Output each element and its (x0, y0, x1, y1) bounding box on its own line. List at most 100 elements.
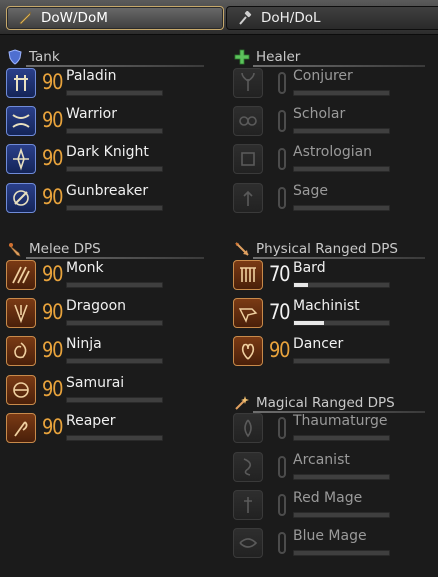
job-name: Scholar (293, 106, 346, 122)
dragoon-icon (6, 298, 36, 328)
red-mage-icon (233, 490, 263, 520)
job-level: 90 (42, 262, 63, 286)
job-row-astrologian[interactable]: Astrologian (233, 144, 438, 178)
job-name: Arcanist (293, 452, 350, 468)
job-row-scholar[interactable]: Scholar (233, 106, 438, 140)
job-row-gunbreaker[interactable]: 90 Gunbreaker (6, 183, 216, 217)
job-row-redmage[interactable]: Red Mage (233, 490, 438, 524)
job-level: 70 (269, 300, 290, 324)
job-row-ninja[interactable]: 90 Ninja (6, 336, 216, 370)
job-row-conjurer[interactable]: Conjurer (233, 68, 438, 102)
job-row-samurai[interactable]: 90 Samurai (6, 375, 216, 409)
ninja-icon (6, 336, 36, 366)
section-magical-label: Magical Ranged DPS (256, 395, 395, 411)
job-level: 90 (42, 300, 63, 324)
monk-icon (6, 260, 36, 290)
job-name: Thaumaturge (293, 413, 388, 429)
job-row-bluemage[interactable]: Blue Mage (233, 528, 438, 562)
tab-doh-dol[interactable]: DoH/DoL (226, 6, 438, 30)
astrologian-icon (233, 144, 263, 174)
experience-bar (293, 205, 390, 211)
job-level: 90 (42, 415, 63, 439)
experience-bar (66, 205, 163, 211)
job-row-reaper[interactable]: 90 Reaper (6, 413, 216, 447)
dark-knight-icon (6, 144, 36, 174)
experience-bar (293, 166, 390, 172)
job-row-monk[interactable]: 90 Monk (6, 260, 216, 294)
job-row-machinist[interactable]: 70 Machinist (233, 298, 438, 332)
scholar-icon (233, 106, 263, 136)
section-divider (253, 65, 425, 67)
tab-label: DoW/DoM (41, 10, 108, 26)
section-physical-label: Physical Ranged DPS (256, 241, 398, 257)
level-placeholder (278, 417, 286, 439)
job-name: Samurai (66, 375, 125, 391)
experience-bar (293, 550, 390, 556)
experience-bar (293, 435, 390, 441)
job-row-arcanist[interactable]: Arcanist (233, 452, 438, 486)
dagger-icon (6, 240, 24, 258)
shield-icon (6, 48, 24, 66)
reaper-icon (6, 413, 36, 443)
experience-bar (293, 474, 390, 480)
wand-icon (233, 394, 251, 412)
dancer-icon (233, 336, 263, 366)
job-level: 90 (42, 146, 63, 170)
experience-bar (293, 320, 390, 326)
blue-mage-icon (233, 528, 263, 558)
arcanist-icon (233, 452, 263, 482)
job-row-sage[interactable]: Sage (233, 183, 438, 217)
section-physical-ranged: Physical Ranged DPS (233, 240, 425, 259)
job-name: Reaper (66, 413, 116, 429)
section-tank: Tank (6, 48, 204, 67)
cross-icon (233, 48, 251, 66)
job-level: 90 (42, 338, 63, 362)
job-name: Bard (293, 260, 326, 276)
level-placeholder (278, 148, 286, 170)
job-name: Blue Mage (293, 528, 367, 544)
experience-bar (293, 282, 390, 288)
section-healer: Healer (233, 48, 425, 67)
job-row-warrior[interactable]: 90 Warrior (6, 106, 216, 140)
job-name: Monk (66, 260, 104, 276)
level-placeholder (278, 494, 286, 516)
experience-bar (66, 320, 163, 326)
section-melee-label: Melee DPS (29, 241, 101, 257)
level-placeholder (278, 72, 286, 94)
arrow-icon (233, 240, 251, 258)
section-tank-label: Tank (29, 49, 60, 65)
experience-fill (294, 321, 325, 325)
job-name: Dark Knight (66, 144, 149, 160)
job-name: Warrior (66, 106, 118, 122)
job-name: Paladin (66, 68, 117, 84)
level-placeholder (278, 110, 286, 132)
job-row-darkknight[interactable]: 90 Dark Knight (6, 144, 216, 178)
section-healer-label: Healer (256, 49, 301, 65)
experience-bar (66, 128, 163, 134)
job-name: Dragoon (66, 298, 127, 314)
paladin-icon (6, 68, 36, 98)
job-row-thaumaturge[interactable]: Thaumaturge (233, 413, 438, 447)
experience-bar (66, 397, 163, 403)
machinist-icon (233, 298, 263, 328)
experience-bar (66, 90, 163, 96)
section-magical-ranged: Magical Ranged DPS (233, 394, 425, 413)
job-row-dancer[interactable]: 90 Dancer (233, 336, 438, 370)
level-placeholder (278, 456, 286, 478)
experience-fill (294, 283, 309, 287)
sage-icon (233, 183, 263, 213)
section-divider (26, 65, 204, 67)
section-melee: Melee DPS (6, 240, 204, 259)
experience-bar (66, 435, 163, 441)
job-name: Machinist (293, 298, 360, 314)
job-name: Gunbreaker (66, 183, 149, 199)
job-row-bard[interactable]: 70 Bard (233, 260, 438, 294)
job-name: Red Mage (293, 490, 363, 506)
sword-icon (15, 11, 35, 25)
job-row-paladin[interactable]: 90 Paladin (6, 68, 216, 102)
job-row-dragoon[interactable]: 90 Dragoon (6, 298, 216, 332)
experience-bar (293, 358, 390, 364)
experience-bar (66, 166, 163, 172)
job-name: Dancer (293, 336, 344, 352)
tab-dow-dom[interactable]: DoW/DoM (6, 6, 224, 30)
